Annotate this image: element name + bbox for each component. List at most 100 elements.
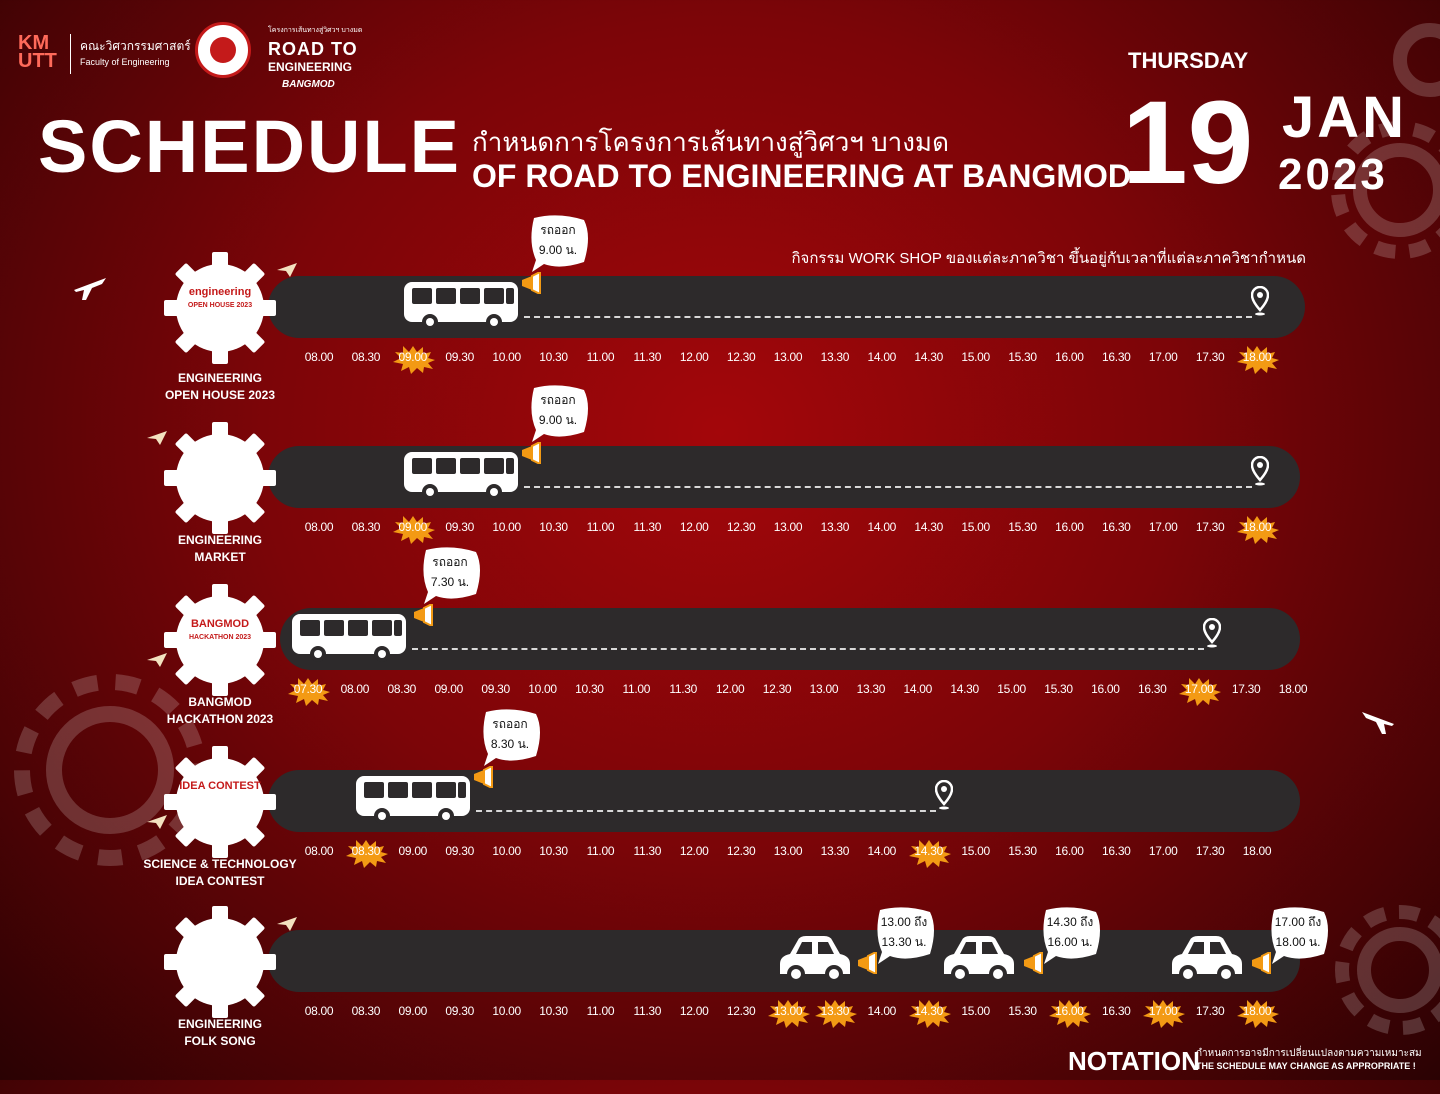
time-label: 15.30 — [1008, 520, 1037, 534]
location-pin-icon — [1251, 286, 1269, 316]
time-label: 16.30 — [1138, 682, 1167, 696]
car-icon — [780, 936, 850, 983]
time-label: 08.00 — [340, 682, 370, 696]
time-label: 17.00 — [1148, 350, 1178, 364]
departure-bubble-text: 9.00 น. — [538, 413, 578, 427]
time-label: 11.30 — [633, 520, 662, 534]
time-label: 11.00 — [586, 1004, 615, 1018]
route-dashed-line — [412, 648, 1204, 650]
time-label: 17.00 — [1148, 520, 1178, 534]
subtitle-en: OF ROAD TO ENGINEERING AT BANGMOD — [472, 158, 1131, 194]
time-label: 14.00 — [867, 350, 897, 364]
time-label: 08.00 — [304, 1004, 334, 1018]
megaphone-icon — [414, 604, 433, 626]
paper-plane-icon — [147, 815, 167, 829]
departure-bubble-text: รถออก — [540, 393, 576, 407]
time-range-bubble-text: 16.00 น. — [1047, 935, 1093, 949]
time-label: 10.30 — [539, 350, 568, 364]
time-label: 12.30 — [726, 844, 756, 858]
time-label: 13.30 — [820, 844, 850, 858]
time-label: 08.30 — [351, 844, 381, 858]
route-dashed-line — [524, 486, 1252, 488]
activity-label-line1: BANGMOD — [188, 695, 252, 709]
time-label: 14.30 — [914, 350, 943, 364]
time-label: 13.30 — [856, 682, 886, 696]
time-label: 11.30 — [633, 350, 662, 364]
time-label: 11.00 — [622, 682, 651, 696]
activity-label-line1: ENGINEERING — [177, 371, 262, 385]
time-label: 09.00 — [398, 1004, 428, 1018]
departure-bubble: รถออก 9.00 น. — [526, 214, 590, 272]
activity-label: BANGMOD HACKATHON 2023 — [140, 694, 300, 728]
activity-label-line2: MARKET — [194, 550, 246, 564]
car-icon — [944, 936, 1014, 983]
idea-contest-logo-icon: IDEA CONTEST — [178, 780, 262, 793]
time-label: 17.30 — [1195, 520, 1225, 534]
time-range-bubble: 17.00 ถึง 18.00 น. — [1266, 906, 1330, 964]
route-dashed-line — [524, 316, 1252, 318]
activity-label-line1: ENGINEERING — [177, 1017, 262, 1031]
gear-badge-icon — [164, 422, 276, 534]
departure-bubble: รถออก 8.30 น. — [478, 708, 542, 766]
time-label: 18.00 — [1242, 520, 1272, 534]
time-label: 08.00 — [304, 520, 334, 534]
time-label: 12.30 — [726, 520, 756, 534]
time-label: 17.00 — [1184, 682, 1214, 696]
gear-badge-subtext: OPEN HOUSE 2023 — [187, 302, 253, 309]
megaphone-icon — [522, 442, 541, 464]
bus-icon — [404, 452, 518, 500]
time-label: 09.30 — [445, 844, 474, 858]
time-label: 10.30 — [539, 1004, 568, 1018]
time-label: 15.00 — [961, 520, 990, 534]
time-label: 09.00 — [398, 844, 428, 858]
notation-title: NOTATION — [1068, 1046, 1200, 1076]
gear-badge-icon — [164, 746, 276, 858]
time-label: 13.30 — [820, 520, 850, 534]
gear-badge-text: engineering — [188, 286, 252, 298]
time-label: 17.30 — [1195, 350, 1225, 364]
megaphone-icon — [522, 272, 541, 294]
time-label: 16.00 — [1055, 520, 1084, 534]
activity-label: ENGINEERING OPEN HOUSE 2023 — [140, 370, 300, 404]
paper-plane-icon — [147, 431, 167, 445]
date-year: 2023 — [1278, 150, 1388, 199]
time-label: 18.00 — [1242, 1004, 1272, 1018]
location-pin-icon — [1251, 456, 1269, 486]
time-label: 09.30 — [445, 520, 474, 534]
gear-badge-text: IDEA CONTEST — [179, 780, 261, 792]
page-title: SCHEDULE — [38, 105, 462, 188]
location-pin-icon — [935, 780, 953, 810]
time-range-bubble-text: 18.00 น. — [1275, 935, 1321, 949]
time-label: 17.00 — [1148, 1004, 1178, 1018]
activity-label-line2: HACKATHON 2023 — [166, 712, 274, 726]
time-label: 14.30 — [950, 682, 979, 696]
time-label: 14.30 — [914, 1004, 943, 1018]
time-label: 10.00 — [528, 682, 557, 696]
time-label: 17.30 — [1231, 682, 1261, 696]
open-house-logo-icon: engineering OPEN HOUSE 2023 — [178, 286, 262, 312]
time-label: 11.00 — [586, 520, 615, 534]
schedule-row: engineering OPEN HOUSE 2023 ENGINEERING OPE… — [0, 215, 1440, 440]
location-pin-icon — [1203, 618, 1221, 648]
time-label: 10.00 — [492, 520, 521, 534]
time-label: 15.30 — [1008, 1004, 1037, 1018]
time-label: 13.00 — [773, 520, 803, 534]
faculty-name-th: คณะวิศวกรรมศาสตร์ — [80, 39, 191, 53]
time-range-bubble-text: 13.00 ถึง — [880, 915, 928, 929]
time-label: 14.00 — [867, 1004, 897, 1018]
bus-icon — [292, 614, 406, 662]
time-label: 13.00 — [773, 350, 803, 364]
gear-badge-subtext: HACKATHON 2023 — [188, 634, 252, 641]
gear-badge-text: BANGMOD — [190, 618, 250, 630]
activity-label-line2: FOLK SONG — [184, 1034, 256, 1048]
time-label: 17.00 — [1148, 844, 1178, 858]
activity-label-line2: OPEN HOUSE 2023 — [164, 388, 276, 402]
department-seal-icon — [195, 22, 251, 78]
road-to-engineering-logo: โครงการเส้นทางสู่วิศวฯ บางมด ROAD TO ENG… — [268, 27, 363, 90]
time-range-bubble-text: 14.30 ถึง — [1046, 915, 1094, 929]
time-label: 16.00 — [1055, 350, 1084, 364]
time-label: 18.00 — [1242, 844, 1272, 858]
time-label: 12.00 — [715, 682, 745, 696]
time-label: 16.30 — [1102, 350, 1131, 364]
departure-bubble-text: 9.00 น. — [538, 243, 578, 257]
